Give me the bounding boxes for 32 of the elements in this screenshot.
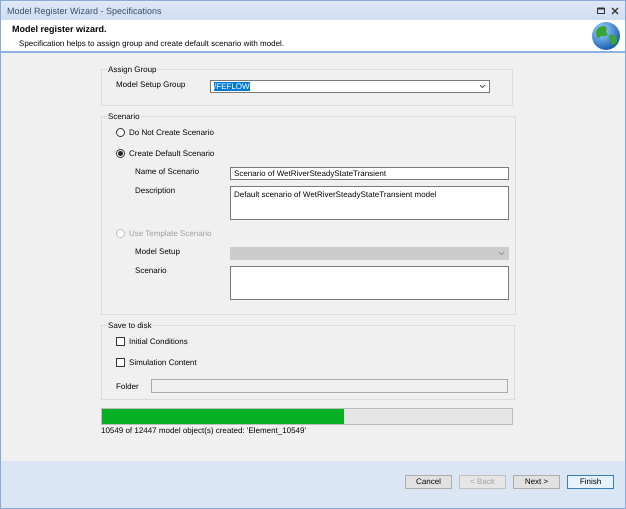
- field-label: Scenario: [135, 266, 168, 275]
- wizard-button[interactable]: Finish: [567, 474, 614, 488]
- wizard-title: Model register wizard.: [12, 24, 108, 34]
- dropdown[interactable]: /FEFLOW: [210, 80, 490, 93]
- wizard-subtitle: Specification helps to assign group and create default scenario with model.: [18, 38, 286, 48]
- radio-label[interactable]: Create Default Scenario: [129, 149, 214, 158]
- field-label: Model Setup Group: [116, 80, 186, 89]
- input-field[interactable]: Scenario of WetRiverSteadyStateTransient: [230, 167, 509, 180]
- globe-icon: [591, 20, 621, 50]
- radio-button[interactable]: [116, 128, 125, 137]
- field-label: Description: [135, 186, 176, 195]
- checkbox[interactable]: [116, 358, 125, 367]
- checkbox-label[interactable]: Simulation Content: [129, 358, 197, 367]
- field-label: Name of Scenario: [135, 167, 200, 176]
- radio-label[interactable]: Do Not Create Scenario: [129, 128, 214, 137]
- checkbox[interactable]: [116, 337, 125, 346]
- field-label: Folder: [116, 382, 140, 390]
- close-icon[interactable]: [611, 6, 619, 14]
- status-text: 10549 of 12447 model object(s) created: 'Element_10549': [101, 425, 307, 435]
- group-title: Assign Group: [107, 65, 158, 74]
- text-area[interactable]: Default scenario of WetRiverSteadyStateTransient model: [230, 186, 509, 220]
- wizard-button[interactable]: Cancel: [405, 474, 452, 488]
- field-label: Model Setup: [135, 247, 181, 256]
- group-title: Save to disk: [107, 321, 153, 330]
- chevron-icon: [498, 251, 505, 256]
- chevron-icon: [479, 84, 486, 89]
- window-title: Model Register Wizard - Specifications: [7, 6, 163, 16]
- group-title: Scenario: [107, 112, 141, 121]
- wizard-button[interactable]: Next >: [513, 474, 560, 488]
- restore-icon[interactable]: [597, 7, 605, 14]
- checkbox-label[interactable]: Initial Conditions: [129, 337, 188, 346]
- radio-button[interactable]: [116, 149, 125, 158]
